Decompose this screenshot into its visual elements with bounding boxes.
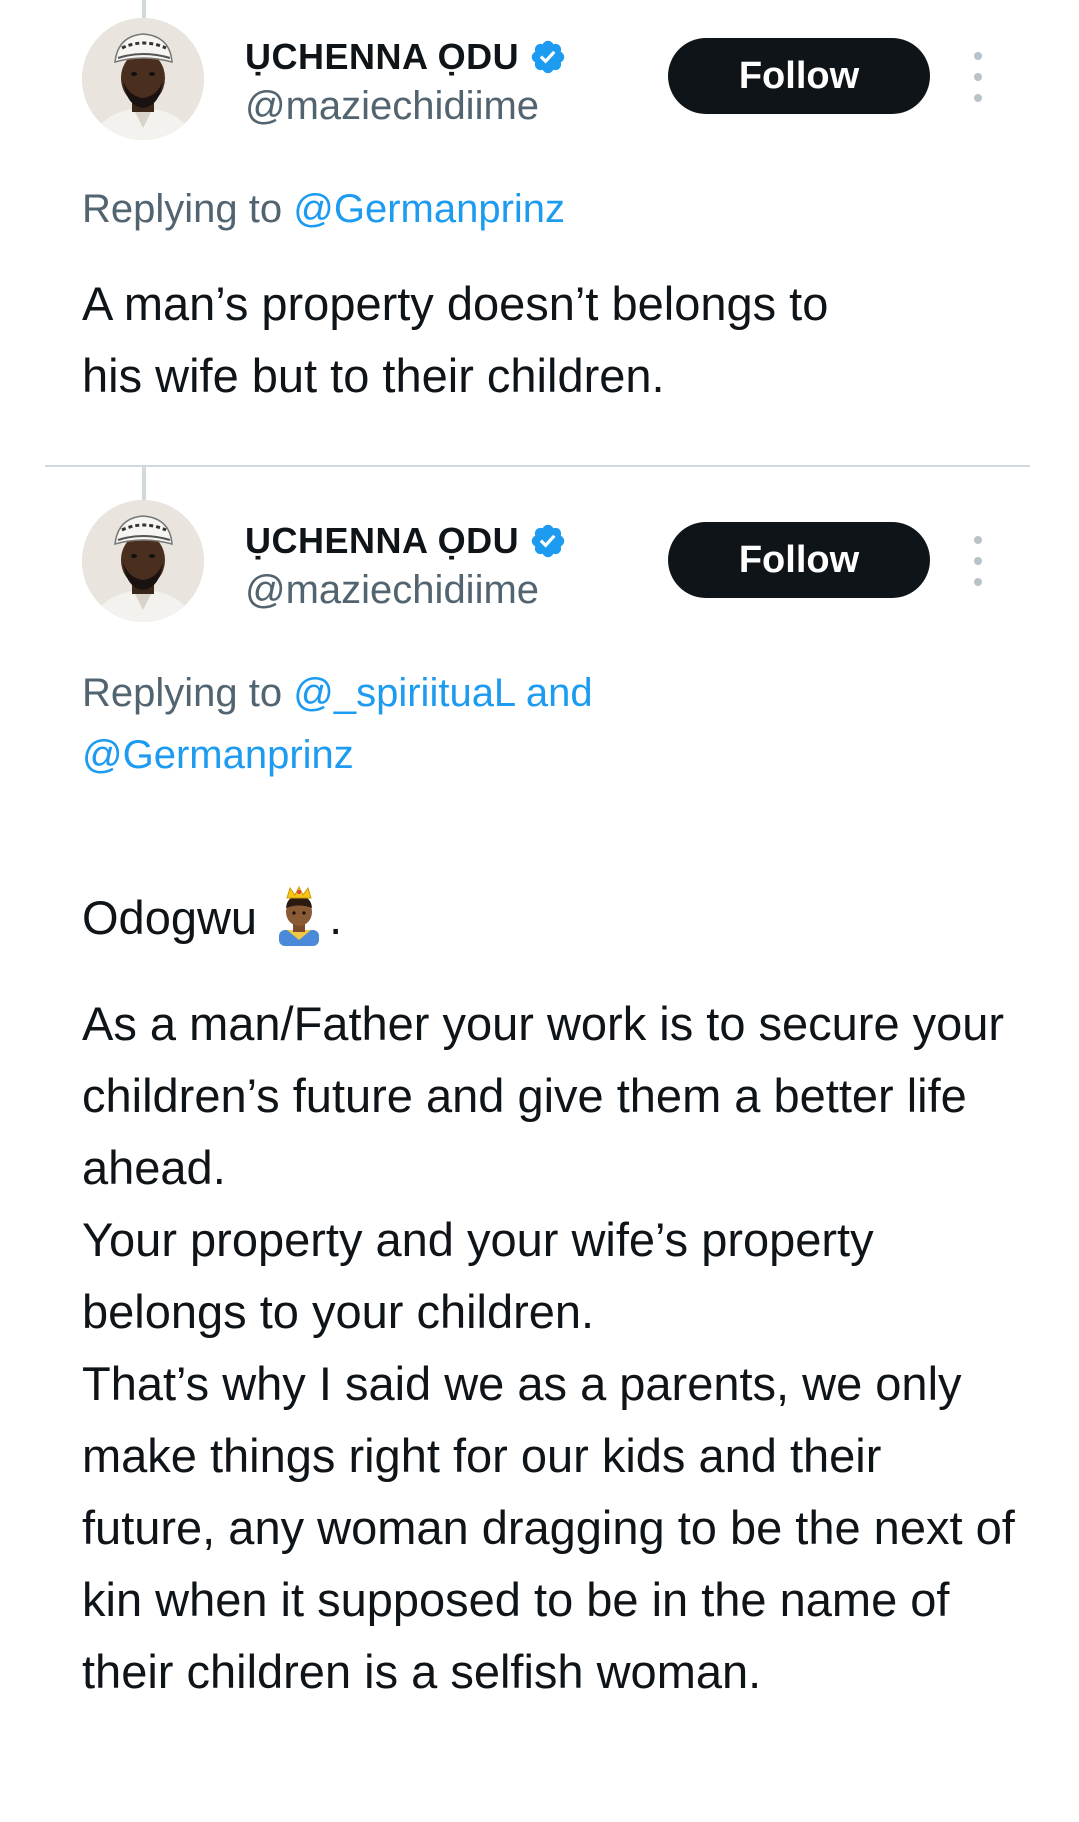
author-display-name[interactable]: ỤCHENNA ỌDU [245,520,519,562]
author-handle[interactable]: @maziechidiime [245,568,539,613]
replying-to-label: Replying to [82,187,283,231]
tweet-thread: ỤCHENNA ỌDU @maziechidiime Follow Replyi… [0,0,1079,1822]
replying-to-line: Replying to @_spiriituaL and @Germanprin… [82,662,822,786]
tweet[interactable]: ỤCHENNA ỌDU @maziechidiime Follow Replyi… [0,0,1079,402]
profile-photo-icon [82,18,204,140]
more-dot [974,73,982,81]
more-dot [974,52,982,60]
verified-badge-icon [531,40,565,74]
tweet-text-lead-word: Odogwu [82,891,258,944]
mention-link[interactable]: @_spiriituaL [293,671,514,715]
mention-link[interactable]: @Germanprinz [82,733,354,777]
replying-to-label: Replying to [82,671,283,715]
author-name-row[interactable]: ỤCHENNA ỌDU [245,520,567,562]
tweet-text-lead-period: . [329,891,343,944]
more-dot [974,557,982,565]
author-handle[interactable]: @maziechidiime [245,84,539,129]
more-dot [974,94,982,102]
mention-link[interactable]: @Germanprinz [293,187,565,231]
avatar[interactable] [82,18,204,140]
more-dot [974,578,982,586]
profile-photo-icon [82,500,204,622]
tweet[interactable]: ỤCHENNA ỌDU @maziechidiime Follow Replyi… [0,480,1079,1822]
tweet-text: A man’s property doesn’t belongs to his … [82,277,829,402]
verified-badge-icon [531,524,565,558]
tweet-text-lead: Odogwu . [82,810,1012,954]
author-name-row[interactable]: ỤCHENNA ỌDU [245,36,567,78]
more-options-icon[interactable] [966,52,990,102]
avatar[interactable] [82,500,204,622]
mention-conjunction: and [525,671,593,715]
follow-button[interactable]: Follow [668,38,930,114]
follow-button[interactable]: Follow [668,522,930,598]
replying-to-line: Replying to @Germanprinz [82,178,982,240]
tweet-text-body: As a man/Father your work is to secure y… [82,997,1015,1698]
more-options-icon[interactable] [966,536,990,586]
prince-emoji-icon [279,886,320,946]
tweet-divider [45,465,1030,467]
author-display-name[interactable]: ỤCHENNA ỌDU [245,36,519,78]
more-dot [974,536,982,544]
